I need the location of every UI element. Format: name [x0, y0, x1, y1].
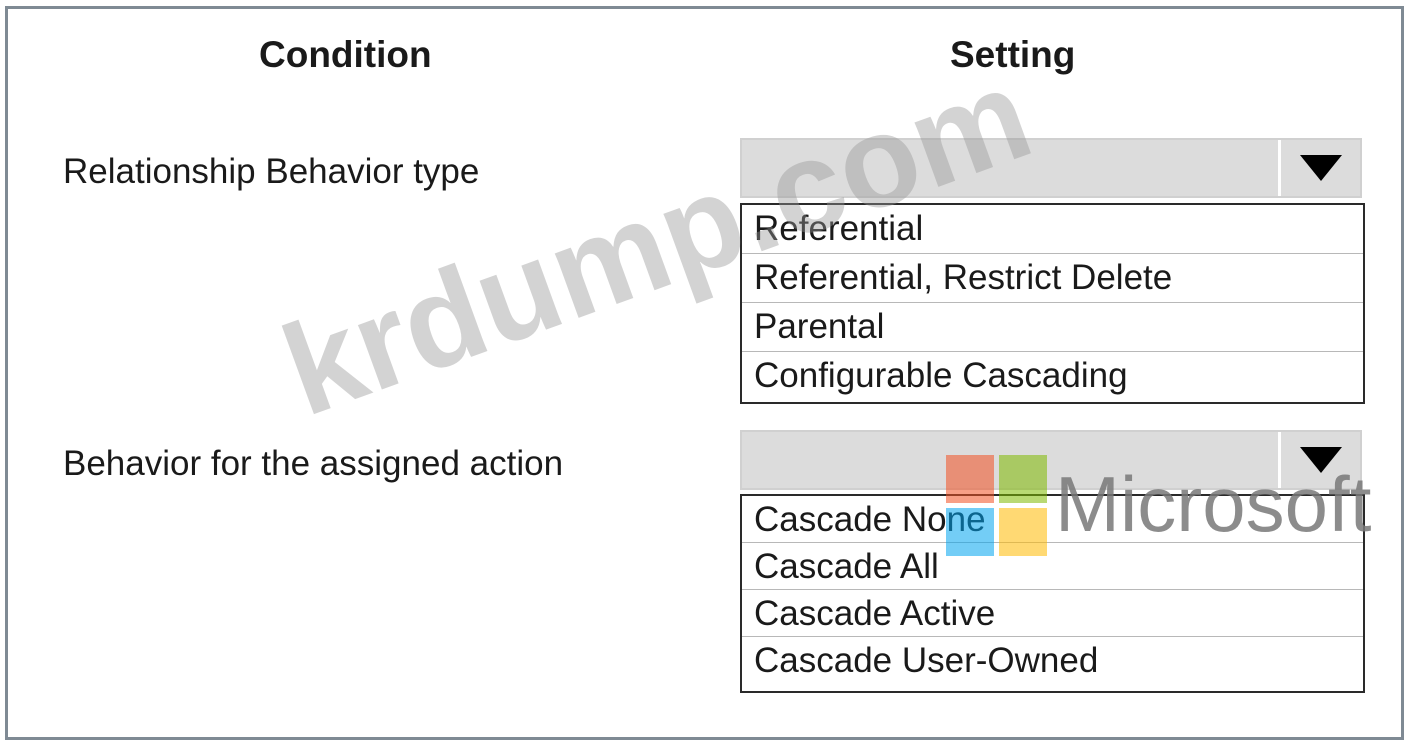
relationship-behavior-type-label: Relationship Behavior type — [63, 152, 480, 191]
dropdown-toggle-button[interactable] — [1278, 140, 1360, 196]
triangle-down-icon — [1299, 155, 1342, 181]
option-referential[interactable]: Referential — [742, 205, 1363, 254]
option-cascade-user-owned[interactable]: Cascade User-Owned — [742, 637, 1363, 684]
triangle-down-icon — [1299, 447, 1342, 473]
dropdown-toggle-button[interactable] — [1278, 432, 1360, 488]
option-cascade-all[interactable]: Cascade All — [742, 543, 1363, 590]
setting-column-header: Setting — [950, 34, 1076, 75]
assigned-action-behavior-options: Cascade None Cascade All Cascade Active … — [740, 494, 1365, 693]
option-configurable-cascading[interactable]: Configurable Cascading — [742, 352, 1363, 401]
condition-column-header: Condition — [259, 34, 432, 75]
option-cascade-none[interactable]: Cascade None — [742, 496, 1363, 543]
option-parental[interactable]: Parental — [742, 303, 1363, 352]
assigned-action-behavior-dropdown[interactable] — [740, 430, 1362, 490]
relationship-behavior-type-options: Referential Referential, Restrict Delete… — [740, 203, 1365, 404]
option-referential-restrict-delete[interactable]: Referential, Restrict Delete — [742, 254, 1363, 303]
assigned-action-behavior-label: Behavior for the assigned action — [63, 444, 564, 483]
option-cascade-active[interactable]: Cascade Active — [742, 590, 1363, 637]
relationship-behavior-type-dropdown[interactable] — [740, 138, 1362, 198]
